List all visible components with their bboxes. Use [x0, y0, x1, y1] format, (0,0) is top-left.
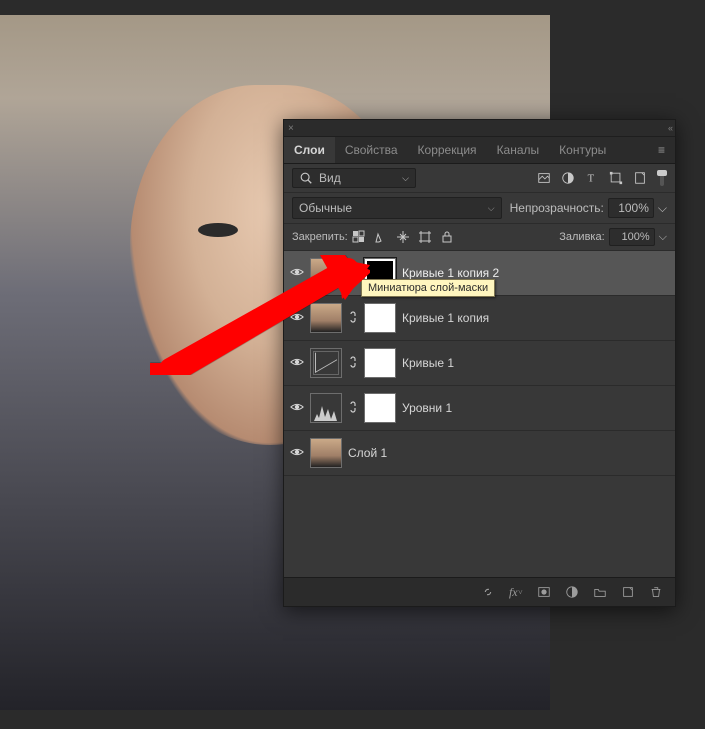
filter-adjustment-icon[interactable] — [561, 171, 575, 185]
chevron-down-icon: ⌵ — [488, 203, 495, 214]
layer-thumbnail[interactable] — [310, 258, 342, 288]
layer-filter-type-dropdown[interactable]: Вид ⌵ — [292, 168, 416, 188]
layer-mask-thumbnail[interactable] — [364, 348, 396, 378]
opacity-value-field[interactable]: 100% — [608, 198, 654, 218]
layer-mask-thumbnail[interactable] — [364, 303, 396, 333]
filter-smartobject-icon[interactable] — [633, 171, 647, 185]
visibility-eye-icon[interactable] — [290, 310, 304, 327]
panel-titlebar: × « — [284, 120, 675, 137]
layers-panel: × « Слои Свойства Коррекция Каналы Конту… — [283, 119, 676, 607]
visibility-eye-icon[interactable] — [290, 445, 304, 462]
visibility-eye-icon[interactable] — [290, 265, 304, 282]
new-group-icon[interactable] — [593, 585, 607, 599]
blend-mode-dropdown[interactable]: Обычные ⌵ — [292, 197, 502, 219]
layer-filter-type-label: Вид — [319, 171, 341, 185]
filter-toggle-switch[interactable] — [657, 170, 667, 186]
tab-layers[interactable]: Слои — [284, 137, 335, 163]
layer-row[interactable]: Уровни 1 — [284, 386, 675, 431]
lock-icons — [352, 230, 454, 244]
tab-corrections[interactable]: Коррекция — [408, 137, 487, 163]
layer-name-label[interactable]: Слой 1 — [348, 446, 387, 460]
layer-name-label[interactable]: Кривые 1 копия — [402, 311, 489, 325]
tab-paths[interactable]: Контуры — [549, 137, 616, 163]
layer-row[interactable]: Кривые 1 копия — [284, 296, 675, 341]
filter-pixel-icon[interactable] — [537, 171, 551, 185]
layer-name-label[interactable]: Кривые 1 — [402, 356, 454, 370]
chevron-down-icon[interactable]: ⌵ — [658, 201, 667, 216]
panel-tabs: Слои Свойства Коррекция Каналы Контуры ≡ — [284, 137, 675, 164]
visibility-eye-icon[interactable] — [290, 355, 304, 372]
opacity-control: Непрозрачность: 100% ⌵ — [510, 198, 667, 218]
lock-all-icon[interactable] — [440, 230, 454, 244]
fill-value-field[interactable]: 100% — [609, 228, 655, 246]
tab-channels[interactable]: Каналы — [487, 137, 550, 163]
lock-row: Закрепить: Заливка: 100% ⌵ — [284, 224, 675, 251]
close-icon[interactable]: × — [288, 123, 294, 134]
panel-menu-icon[interactable]: ≡ — [648, 137, 675, 163]
svg-text:T: T — [588, 174, 595, 185]
delete-layer-icon[interactable] — [649, 585, 663, 599]
layer-thumbnail[interactable] — [310, 303, 342, 333]
layer-mask-thumbnail[interactable] — [364, 393, 396, 423]
lock-position-icon[interactable] — [396, 230, 410, 244]
chevron-down-icon[interactable]: ⌵ — [659, 231, 667, 244]
layer-effects-icon[interactable]: fx˅ — [509, 585, 523, 599]
layers-list: Кривые 1 копия 2 Кривые 1 копия Кривые 1 Ур… — [284, 251, 675, 577]
filter-shape-icon[interactable] — [609, 171, 623, 185]
visibility-eye-icon[interactable] — [290, 400, 304, 417]
panel-footer: fx˅ — [284, 577, 675, 606]
blend-row: Обычные ⌵ Непрозрачность: 100% ⌵ — [284, 193, 675, 224]
lock-transparency-icon[interactable] — [352, 230, 366, 244]
link-mask-icon[interactable] — [348, 265, 358, 282]
layer-thumbnail[interactable] — [310, 438, 342, 468]
link-mask-icon[interactable] — [348, 400, 358, 417]
fill-label: Заливка: — [559, 231, 604, 243]
fill-control: Заливка: 100% ⌵ — [559, 228, 667, 246]
new-adjustment-layer-icon[interactable] — [565, 585, 579, 599]
opacity-label: Непрозрачность: — [510, 201, 604, 215]
new-layer-icon[interactable] — [621, 585, 635, 599]
search-icon — [299, 171, 313, 185]
layer-filter-row: Вид ⌵ T — [284, 164, 675, 193]
layer-filter-icons: T — [537, 170, 667, 186]
tab-properties[interactable]: Свойства — [335, 137, 408, 163]
link-layers-icon[interactable] — [481, 585, 495, 599]
link-mask-icon[interactable] — [348, 310, 358, 327]
layer-thumbnail[interactable] — [310, 393, 342, 423]
blend-mode-label: Обычные — [299, 201, 352, 215]
filter-type-icon[interactable]: T — [585, 171, 599, 185]
chevron-down-icon: ⌵ — [402, 173, 409, 184]
lock-image-icon[interactable] — [374, 230, 388, 244]
layer-row[interactable]: Кривые 1 — [284, 341, 675, 386]
layer-name-label[interactable]: Уровни 1 — [402, 401, 452, 415]
layer-thumbnail[interactable] — [310, 348, 342, 378]
lock-label: Закрепить: — [292, 231, 348, 243]
collapse-icon[interactable]: « — [668, 123, 671, 133]
link-mask-icon[interactable] — [348, 355, 358, 372]
lock-artboard-icon[interactable] — [418, 230, 432, 244]
add-mask-icon[interactable] — [537, 585, 551, 599]
layer-row[interactable]: Слой 1 — [284, 431, 675, 476]
tooltip-mask-thumbnail: Миниатюра слой-маски — [361, 279, 495, 297]
layer-name-label[interactable]: Кривые 1 копия 2 — [402, 266, 499, 280]
